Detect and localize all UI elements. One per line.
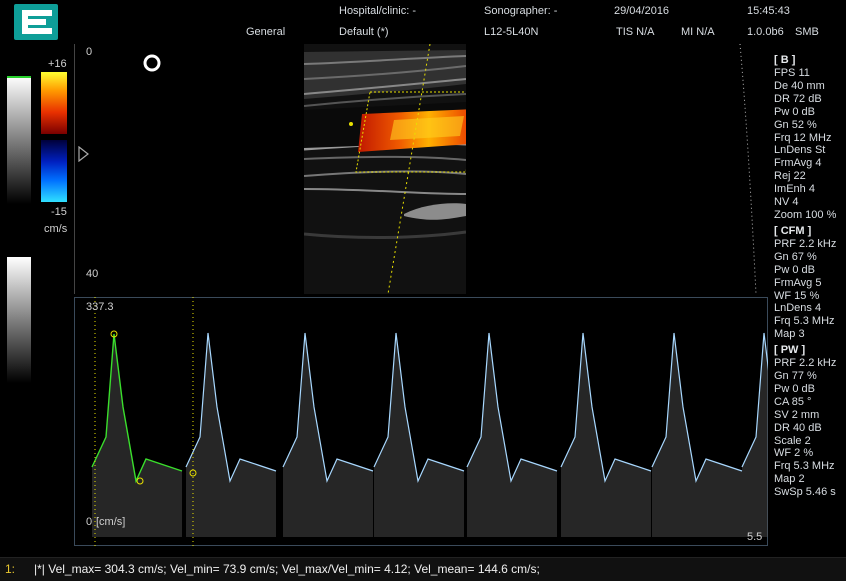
param-pw-2: Pw 0 dB <box>774 382 815 395</box>
status-bar: 1: |*| Vel_max= 304.3 cm/s; Vel_min= 73.… <box>0 557 846 581</box>
preset-group-label[interactable]: General <box>246 26 285 38</box>
param-cfm-3: FrmAvg 5 <box>774 276 822 289</box>
param-pw-8: Frq 5.3 MHz <box>774 460 835 473</box>
param-cfm-4: WF 15 % <box>774 289 820 302</box>
param-pw-7: WF 2 % <box>774 447 814 460</box>
tis-label: TIS N/A <box>616 26 655 38</box>
params-panel: [ B ] FPS 11 De 40 mm DR 72 dB Pw 0 dB Gn 52… <box>774 54 836 499</box>
orientation-marker-icon <box>143 54 161 72</box>
param-pw-5: DR 40 dB <box>774 421 822 434</box>
param-pw-6: Scale 2 <box>774 434 811 447</box>
param-b-6: LnDens St <box>774 144 826 157</box>
param-pw-0: PRF 2.2 kHz <box>774 357 837 370</box>
param-b-11: Zoom 100 % <box>774 208 837 221</box>
param-cfm-5: LnDens 4 <box>774 302 822 315</box>
params-b-head: [ B ] <box>774 54 796 66</box>
doppler-time-label: 5.5 <box>747 531 763 543</box>
doppler-grayscale-bar <box>7 257 31 383</box>
bmode-depth-top: 0 <box>86 46 93 58</box>
param-cfm-2: Pw 0 dB <box>774 263 815 276</box>
params-pw-head: [ PW ] <box>774 344 806 357</box>
params-b-list: FPS 11 De 40 mm DR 72 dB Pw 0 dB Gn 52 % Frq … <box>774 67 836 222</box>
param-b-5: Frq 12 MHz <box>774 131 832 144</box>
param-pw-10: SwSp 5.46 s <box>774 486 836 499</box>
param-cfm-1: Gn 67 % <box>774 250 817 263</box>
color-scale-bottom: -15 <box>51 206 67 218</box>
param-b-2: DR 72 dB <box>774 92 822 105</box>
param-pw-3: CA 85 ° <box>774 395 812 408</box>
version-label: 1.0.0b6 <box>747 26 784 38</box>
time-label: 15:45:43 <box>747 5 790 17</box>
doppler-velocity-top: 337.3 <box>86 301 114 313</box>
sonographer-label: Sonographer: - <box>484 5 558 17</box>
measurement-result[interactable]: |*| Vel_max= 304.3 cm/s; Vel_min= 73.9 c… <box>34 562 540 576</box>
param-b-3: Pw 0 dB <box>774 105 815 118</box>
hospital-label: Hospital/clinic: - <box>339 5 417 17</box>
bmode-left-frame <box>74 44 75 294</box>
param-b-0: FPS 11 <box>774 67 810 79</box>
param-cfm-6: Frq 5.3 MHz <box>774 315 835 328</box>
mi-label: MI N/A <box>681 26 715 38</box>
doppler-unit: [cm/s] <box>96 516 126 528</box>
color-scale-top: +16 <box>48 58 67 70</box>
grayscale-marker <box>7 76 31 78</box>
params-pw-list: PRF 2.2 kHz Gn 77 % Pw 0 dB CA 85 ° SV 2 mm D… <box>774 357 836 499</box>
param-pw-1: Gn 77 % <box>774 370 817 383</box>
preset-label[interactable]: Default (*) <box>339 26 389 38</box>
param-pw-9: Map 2 <box>774 473 805 486</box>
param-b-8: Rej 22 <box>774 170 806 183</box>
probe-label[interactable]: L12-5L40N <box>484 26 538 38</box>
param-pw-4: SV 2 mm <box>774 408 820 421</box>
bmode-depth-bottom: 40 <box>86 268 99 280</box>
bmode-image[interactable] <box>304 44 762 294</box>
color-scale-positive <box>41 72 67 134</box>
params-cfm-head: [ CFM ] <box>774 224 812 237</box>
param-cfm-7: Map 3 <box>774 328 805 341</box>
params-cfm-list: PRF 2.2 kHz Gn 67 % Pw 0 dB FrmAvg 5 WF 15 %… <box>774 238 836 341</box>
param-cfm-0: PRF 2.2 kHz <box>774 237 837 250</box>
param-b-7: FrmAvg 4 <box>774 157 822 170</box>
param-b-9: ImEnh 4 <box>774 183 815 196</box>
param-b-1: De 40 mm <box>774 79 825 92</box>
header-bar: Hospital/clinic: - Sonographer: - 29/04/… <box>0 0 846 44</box>
measurement-index: 1: <box>5 562 16 576</box>
param-b-4: Gn 52 % <box>774 118 817 131</box>
mode-label: SMB <box>795 26 819 38</box>
bmode-grayscale-bar <box>7 76 31 204</box>
app-logo-icon <box>14 4 58 40</box>
color-scale-negative <box>41 140 67 202</box>
date-label: 29/04/2016 <box>614 5 670 17</box>
doppler-spectrum[interactable] <box>74 297 768 546</box>
focus-marker-icon[interactable] <box>78 146 90 162</box>
doppler-baseline-value: 0 <box>86 516 93 528</box>
color-scale-unit: cm/s <box>44 223 68 235</box>
param-b-10: NV 4 <box>774 196 799 209</box>
